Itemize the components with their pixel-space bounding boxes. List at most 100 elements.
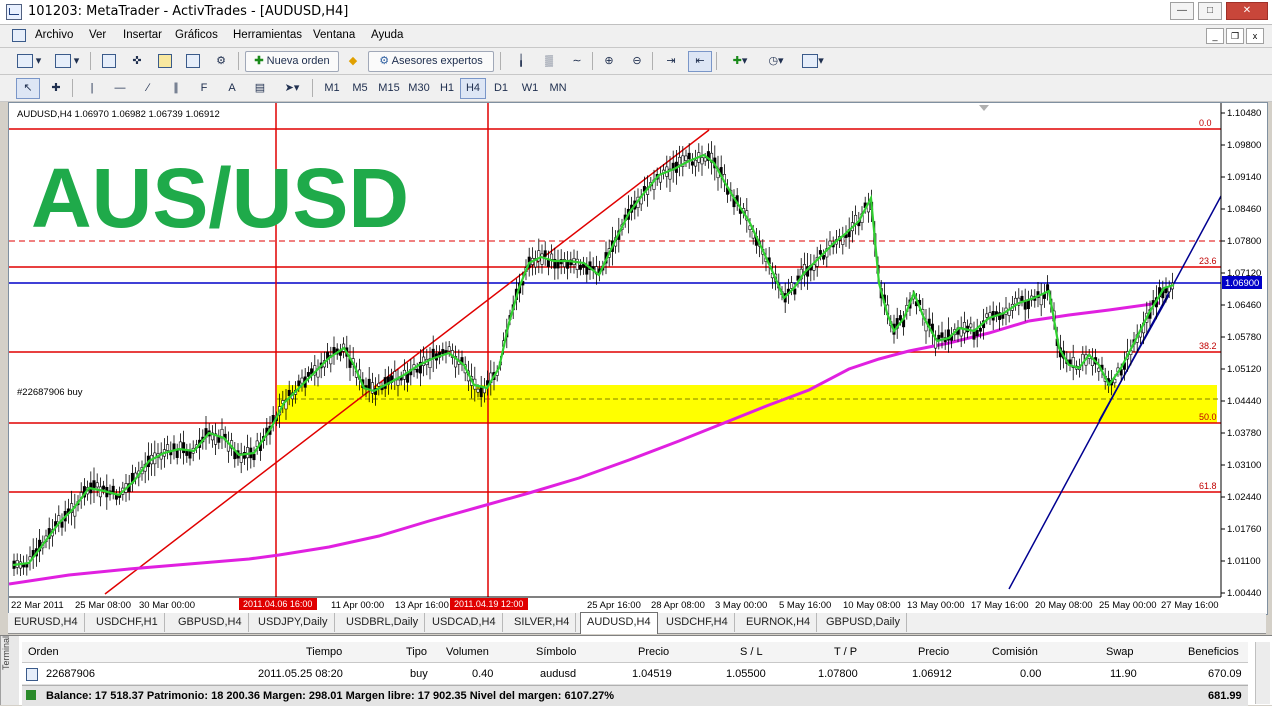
candle-body: [1020, 295, 1024, 301]
horizontal-line-icon[interactable]: —: [108, 78, 132, 99]
menu-archivo[interactable]: Archivo: [35, 29, 73, 41]
order-id: 22687906: [46, 668, 95, 680]
timeframe-m1[interactable]: M1: [318, 78, 346, 99]
fibonacci-icon[interactable]: F: [192, 78, 216, 99]
support-zone: [277, 385, 1217, 423]
crosshair-icon[interactable]: ✚: [44, 78, 68, 99]
order-sl: 1.05500: [726, 668, 766, 680]
col-precio[interactable]: Precio: [638, 646, 669, 658]
timeframe-h4[interactable]: H4: [460, 78, 486, 99]
periods-button[interactable]: ◷▾: [760, 51, 792, 72]
strategy-tester-icon[interactable]: ⚙: [210, 51, 232, 72]
tab-usdchf-h4[interactable]: USDCHF,H4: [660, 613, 735, 632]
zoom-in-icon[interactable]: ⊕: [598, 51, 620, 72]
col-simbolo[interactable]: Símbolo: [536, 646, 576, 658]
menu-herramientas[interactable]: Herramientas: [233, 29, 302, 41]
order-type: buy: [410, 668, 428, 680]
market-watch-icon[interactable]: [98, 51, 120, 72]
tab-gbpusd-daily[interactable]: GBPUSD,Daily: [820, 613, 907, 632]
expert-advisors-button[interactable]: ⚙ Asesores expertos: [368, 51, 494, 72]
candle-body: [687, 152, 691, 160]
indicators-button[interactable]: ✚▾: [724, 51, 756, 72]
balance-row: Balance: 17 518.37 Patrimonio: 18 200.36…: [22, 685, 1248, 706]
vertical-line-icon[interactable]: |: [80, 78, 104, 99]
maximize-button[interactable]: □: [1198, 2, 1222, 20]
tab-eurusd-h4[interactable]: EURUSD,H4: [8, 613, 85, 632]
arrows-icon[interactable]: ➤▾: [276, 78, 308, 99]
col-tipo[interactable]: Tipo: [406, 646, 427, 658]
col-tp[interactable]: T / P: [834, 646, 857, 658]
menu-graficos[interactable]: Gráficos: [175, 29, 218, 41]
mdi-minimize-button[interactable]: _: [1206, 28, 1224, 44]
templates-button[interactable]: ▾: [796, 51, 830, 72]
menu-ayuda[interactable]: Ayuda: [371, 29, 403, 41]
terminal-icon[interactable]: [182, 51, 204, 72]
tab-silver-h4[interactable]: SILVER,H4: [508, 613, 577, 632]
col-volumen[interactable]: Volumen: [446, 646, 489, 658]
zoom-out-icon[interactable]: ⊖: [626, 51, 648, 72]
terminal-panel: Terminal Orden Tiempo Tipo Volumen Símbo…: [0, 635, 1272, 706]
line-chart-icon[interactable]: ∼: [566, 51, 588, 72]
timeframe-h1[interactable]: H1: [434, 78, 460, 99]
text-label-icon[interactable]: ▤: [248, 78, 272, 99]
order-row[interactable]: 22687906 2011.05.25 08:20 buy 0.40 audus…: [22, 664, 1248, 685]
timeframe-w1[interactable]: W1: [516, 78, 544, 99]
candle-body: [969, 323, 973, 328]
metaeditor-icon[interactable]: ◆: [342, 51, 364, 72]
close-button[interactable]: ✕: [1226, 2, 1268, 20]
col-beneficios[interactable]: Beneficios: [1188, 646, 1239, 658]
bar-chart-icon[interactable]: ╽: [510, 51, 532, 72]
auto-scroll-icon[interactable]: ⇥: [660, 51, 682, 72]
chart-canvas[interactable]: 1.104801.098001.091401.084601.078001.071…: [9, 103, 1267, 614]
terminal-scrollbar[interactable]: [1255, 642, 1270, 704]
new-chart-button[interactable]: ▾: [12, 51, 46, 72]
candle-body: [188, 450, 192, 459]
new-order-plus-icon: ✚: [254, 55, 264, 67]
navigator-icon[interactable]: [154, 51, 176, 72]
col-orden[interactable]: Orden: [28, 646, 59, 658]
orders-table-header: Orden Tiempo Tipo Volumen Símbolo Precio…: [22, 642, 1248, 663]
candle-body: [447, 346, 451, 352]
tab-usdcad-h4[interactable]: USDCAD,H4: [426, 613, 503, 632]
profiles-button[interactable]: ▾: [50, 51, 84, 72]
candle-body: [975, 329, 979, 337]
col-precio-actual[interactable]: Precio: [918, 646, 949, 658]
timeframe-mn[interactable]: MN: [544, 78, 572, 99]
timeframe-m15[interactable]: M15: [374, 78, 404, 99]
menu-insertar[interactable]: Insertar: [123, 29, 162, 41]
col-sl[interactable]: S / L: [740, 646, 763, 658]
new-order-button[interactable]: ✚ Nueva orden: [245, 51, 339, 72]
tab-usdbrl-daily[interactable]: USDBRL,Daily: [340, 613, 426, 632]
timeframe-d1[interactable]: D1: [488, 78, 514, 99]
tab-eurnok-h4[interactable]: EURNOK,H4: [740, 613, 818, 632]
data-window-icon[interactable]: ✜: [126, 51, 148, 72]
minimize-button[interactable]: —: [1170, 2, 1194, 20]
col-comision[interactable]: Comisión: [992, 646, 1038, 658]
candlestick-chart-icon[interactable]: ▒: [538, 51, 560, 72]
menu-bar: Archivo Ver Insertar Gráficos Herramient…: [0, 25, 1272, 48]
candle-body: [812, 264, 816, 271]
terminal-side-label: Terminal: [0, 636, 19, 705]
col-tiempo[interactable]: Tiempo: [306, 646, 342, 658]
timeframe-m30[interactable]: M30: [404, 78, 434, 99]
price-tick-label: 1.00440: [1227, 588, 1261, 599]
mdi-restore-button[interactable]: ❐: [1226, 28, 1244, 44]
trendline-icon[interactable]: ∕: [136, 78, 160, 99]
equidistant-channel-icon[interactable]: ∥: [164, 78, 188, 99]
time-tick-label: 27 May 16:00: [1161, 600, 1219, 611]
text-icon[interactable]: A: [220, 78, 244, 99]
timeframe-m5[interactable]: M5: [346, 78, 374, 99]
chart-shift-icon[interactable]: ⇤: [688, 51, 712, 72]
candle-body: [182, 442, 186, 454]
order-doc-icon: [26, 668, 38, 681]
tab-usdjpy-daily[interactable]: USDJPY,Daily: [252, 613, 335, 632]
col-swap[interactable]: Swap: [1106, 646, 1134, 658]
menu-ventana[interactable]: Ventana: [313, 29, 355, 41]
mdi-close-button[interactable]: x: [1246, 28, 1264, 44]
price-chart[interactable]: 1.10480 1.09800 1.09140 1.08460 1.07800 1.071…: [8, 102, 1268, 615]
tab-audusd-h4[interactable]: AUDUSD,H4: [580, 612, 658, 634]
cursor-icon[interactable]: ↖: [16, 78, 40, 99]
tab-gbpusd-h4[interactable]: GBPUSD,H4: [172, 613, 249, 632]
tab-usdchf-h1[interactable]: USDCHF,H1: [90, 613, 165, 632]
menu-ver[interactable]: Ver: [89, 29, 106, 41]
